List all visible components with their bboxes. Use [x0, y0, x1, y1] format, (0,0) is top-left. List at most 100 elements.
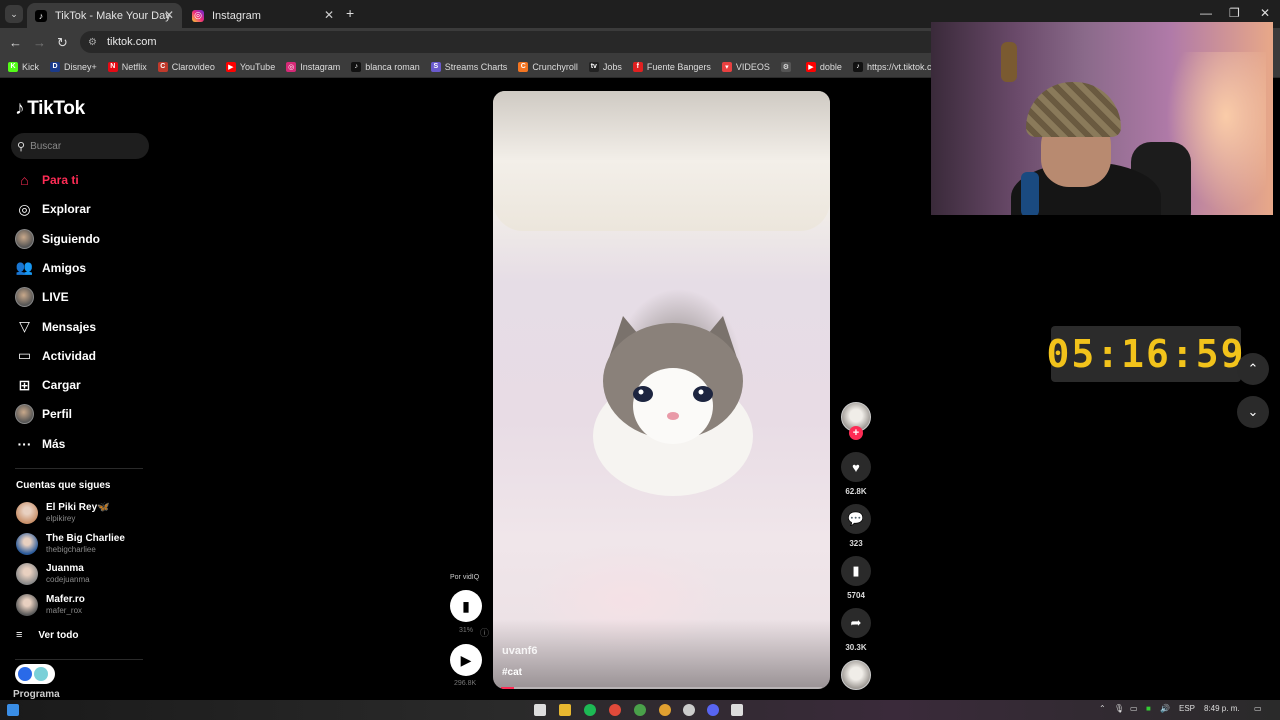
close-tab-icon[interactable]: ✕ — [164, 8, 174, 22]
nav-label: Mensajes — [42, 319, 97, 334]
follow-plus-icon[interactable]: + — [849, 426, 863, 440]
comment-count: 323 — [849, 539, 863, 548]
bookmark-favicon-icon: S — [430, 61, 441, 72]
spotify-icon[interactable] — [584, 704, 596, 716]
info-icon[interactable]: ⓘ — [480, 626, 489, 639]
restore-button[interactable]: ❐ — [1229, 6, 1240, 20]
file-explorer-icon[interactable] — [559, 704, 571, 716]
bookmark-item[interactable]: D Disney+ — [50, 61, 97, 72]
extension-pill[interactable] — [15, 664, 55, 684]
nav-item-m-s[interactable]: ··· Más — [0, 430, 160, 458]
search-input[interactable]: ⚲ Buscar — [11, 133, 149, 159]
bookmark-item[interactable]: ▶ YouTube — [225, 61, 275, 72]
bookmark-item[interactable]: C Crunchyroll — [518, 61, 578, 72]
windows-start-icon[interactable] — [7, 704, 19, 716]
microphone-icon[interactable]: 🎙 — [1114, 704, 1124, 713]
nav-item-cargar[interactable]: ⊞ Cargar — [0, 371, 160, 399]
obs-icon[interactable] — [683, 704, 695, 716]
video-progress-bar[interactable] — [501, 687, 822, 689]
bookmark-item[interactable]: ▶ doble — [805, 61, 842, 72]
nvidia-icon[interactable]: ■ — [1146, 704, 1151, 713]
bookmark-favicon-icon: ▶ — [805, 61, 816, 72]
back-arrow-icon[interactable]: ← — [9, 35, 22, 50]
bookmark-item[interactable]: K Kick — [8, 61, 39, 72]
nav-item-explorar[interactable]: ◎ Explorar — [0, 195, 160, 223]
bookmark-item[interactable]: N Netflix — [107, 61, 147, 72]
bookmark-item[interactable]: ♪ blanca roman — [351, 61, 420, 72]
notification-icon[interactable]: ▭ — [1254, 704, 1262, 713]
bookmark-item[interactable]: S Streams Charts — [430, 61, 507, 72]
bookmark-item[interactable]: f Fuente Bangers — [632, 61, 711, 72]
tab-instagram[interactable]: ◎ Instagram ✕ — [184, 3, 342, 28]
tiktok-logo[interactable]: ♪ TikTok — [15, 98, 85, 120]
webcam-microphone — [1021, 172, 1039, 215]
chrome-icon[interactable] — [634, 704, 646, 716]
nav-item-para-ti[interactable]: ⌂ Para ti — [0, 166, 160, 194]
chrome-icon[interactable] — [659, 704, 671, 716]
extension-icon — [18, 667, 32, 681]
sidebar: ♪ TikTok ⚲ Buscar ⌂ Para ti ◎ Explorar Sigui… — [0, 80, 160, 700]
reload-icon[interactable]: ↻ — [57, 35, 68, 51]
following-item[interactable]: El Piki Rey🦋 elpikirey — [16, 500, 156, 526]
see-all-button[interactable]: ≡ Ver todo — [16, 629, 78, 641]
following-name: The Big Charliee — [46, 532, 125, 544]
comment-action[interactable]: 💬 323 — [840, 504, 872, 548]
clock[interactable]: 8:49 p. m. — [1204, 704, 1240, 713]
chevron-down-icon: ⌄ — [10, 8, 18, 19]
nav-item-mensajes[interactable]: ▽ Mensajes — [0, 313, 160, 341]
bookmark-item[interactable]: ◎ Instagram — [286, 61, 340, 72]
share-icon[interactable]: ➦ — [841, 608, 871, 638]
bookmark-item[interactable]: tv Jobs — [588, 61, 622, 72]
video-author[interactable]: uvanf6 — [502, 645, 537, 657]
nav-item-siguiendo[interactable]: Siguiendo — [0, 225, 160, 253]
video-progress-fill — [501, 687, 514, 689]
new-tab-button[interactable]: + — [346, 5, 354, 21]
tab-tiktok[interactable]: ♪ TikTok - Make Your Day ✕ — [27, 3, 182, 28]
next-video-button[interactable]: ⌄ — [1237, 396, 1269, 428]
bookmark-item[interactable]: ▾ VIDEOS — [721, 61, 770, 72]
language-indicator[interactable]: ESP — [1179, 704, 1195, 713]
previous-video-button[interactable]: ⌃ — [1237, 353, 1269, 385]
close-tab-icon[interactable]: ✕ — [324, 8, 334, 22]
tray-chevron-icon[interactable]: ⌃ — [1099, 704, 1106, 713]
nav-item-amigos[interactable]: 👥 Amigos — [0, 254, 160, 282]
discord-icon[interactable] — [707, 704, 719, 716]
address-bar[interactable]: ⚙ tiktok.com — [80, 31, 940, 53]
share-action[interactable]: ➦ 30.3K — [840, 608, 872, 652]
chrome-icon[interactable] — [609, 704, 621, 716]
following-item[interactable]: Mafer.ro mafer_rox — [16, 592, 156, 618]
following-item[interactable]: The Big Charliee thebigcharliee — [16, 531, 156, 557]
tray-icon[interactable]: ▭ — [1130, 704, 1138, 713]
play-button[interactable]: ▶ — [450, 644, 482, 676]
video-hashtag[interactable]: #cat — [502, 667, 522, 678]
site-info-icon[interactable]: ⚙ — [88, 37, 97, 48]
video-player[interactable]: uvanf6 #cat — [493, 91, 830, 689]
nav-item-live[interactable]: LIVE — [0, 283, 160, 311]
bookmark-item[interactable]: C Clarovideo — [157, 61, 215, 72]
home-icon: ⌂ — [20, 172, 29, 188]
following-item[interactable]: Juanma codejuanma — [16, 561, 156, 587]
heart-icon[interactable]: ♥ — [841, 452, 871, 482]
avatar — [16, 532, 38, 555]
nav-label: Para ti — [42, 173, 79, 187]
bookmark-icon[interactable]: ▮ — [841, 556, 871, 586]
tab-search-button[interactable]: ⌄ — [5, 5, 23, 23]
see-all-label: Ver todo — [38, 629, 79, 641]
forward-arrow-icon[interactable]: → — [33, 35, 46, 50]
task-view-icon[interactable] — [534, 704, 546, 716]
like-action[interactable]: ♥ 62.8K — [840, 452, 872, 496]
save-action[interactable]: ▮ 5704 — [840, 556, 872, 600]
capcut-icon[interactable] — [731, 704, 743, 716]
stats-button[interactable]: ▮ — [450, 590, 482, 622]
close-window-button[interactable]: ✕ — [1260, 6, 1270, 20]
avatar — [15, 287, 34, 308]
send-icon: ▽ — [19, 318, 30, 334]
volume-icon[interactable]: 🔊 — [1160, 704, 1170, 713]
comment-icon[interactable]: 💬 — [841, 504, 871, 534]
bookmark-item[interactable]: ⚙ — [780, 61, 795, 72]
nav-item-actividad[interactable]: ▭ Actividad — [0, 342, 160, 370]
minimize-button[interactable]: — — [1200, 6, 1212, 20]
nav-item-perfil[interactable]: Perfil — [0, 400, 160, 428]
sound-disc-icon[interactable] — [841, 660, 871, 690]
avatar — [15, 404, 34, 425]
